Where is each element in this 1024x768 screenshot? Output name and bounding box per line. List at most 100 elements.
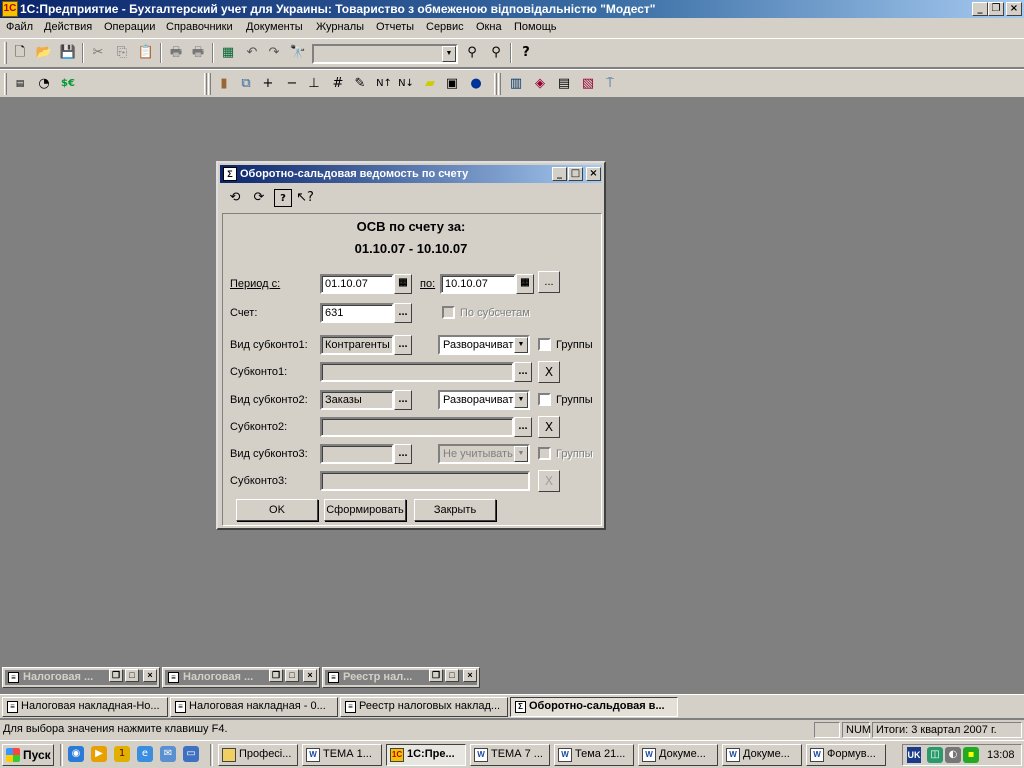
period-to-field[interactable]: 10.10.07 [440, 274, 516, 294]
toolbar-grip[interactable] [494, 73, 497, 95]
sub3-clear-button[interactable]: X [538, 470, 560, 492]
groups2-checkbox[interactable] [538, 393, 551, 406]
copy-doc-icon[interactable]: ⧉ [236, 74, 256, 94]
print-preview-icon[interactable]: 🖶 [188, 43, 208, 63]
calendar-icon[interactable]: ▦ [394, 274, 412, 294]
groups1-checkbox[interactable] [538, 338, 551, 351]
kind1-field[interactable]: Контрагенты [320, 335, 394, 355]
toolbar-grip[interactable] [204, 73, 207, 95]
database-icon[interactable]: ● [466, 74, 486, 94]
dialog-maximize-button[interactable]: □ [568, 167, 583, 181]
redo-icon[interactable]: ↷ [264, 43, 284, 63]
whats-this-icon[interactable]: ↖? [296, 189, 314, 207]
groups3-checkbox[interactable] [538, 447, 551, 460]
outlook-icon[interactable]: ✉ [160, 746, 176, 762]
dialog-close-button[interactable]: × [586, 167, 601, 181]
menu-journals[interactable]: Журналы [316, 21, 364, 33]
kind3-field[interactable] [320, 444, 394, 464]
window-tab[interactable]: ≡ Налоговая накладная - 0... [170, 697, 338, 717]
chart-icon[interactable]: ▥ [506, 74, 526, 94]
close-button[interactable]: × [1006, 2, 1022, 16]
sort-desc-icon[interactable]: N↓ [396, 74, 416, 94]
taskbar-task[interactable]: W ТЕМА 1... [302, 744, 382, 766]
kind3-select-button[interactable]: ... [394, 444, 412, 464]
maximize-icon[interactable]: □ [125, 669, 139, 682]
menu-actions[interactable]: Действия [44, 21, 92, 33]
minimize-button[interactable]: _ [972, 2, 988, 16]
sub1-field[interactable] [320, 362, 514, 382]
toolbar-grip[interactable] [4, 73, 7, 95]
book-icon[interactable]: ▮ [214, 74, 234, 94]
taskbar-task[interactable]: W Формув... [806, 744, 886, 766]
menu-documents[interactable]: Документы [246, 21, 303, 33]
remove-icon[interactable]: − [282, 74, 302, 94]
language-indicator[interactable]: UK [907, 747, 921, 763]
insert-row-icon[interactable]: ⊥ [304, 74, 324, 94]
search-combo[interactable]: ▼ [312, 44, 458, 64]
chevron-down-icon[interactable]: ▼ [514, 337, 528, 353]
goods-icon[interactable]: ▤ [10, 74, 30, 94]
account-field[interactable]: 631 [320, 303, 394, 323]
sort-asc-icon[interactable]: N↑ [374, 74, 394, 94]
toolbar-grip[interactable] [208, 73, 211, 95]
kind1-mode-select[interactable]: Разворачиват ▼ [438, 335, 530, 355]
restore-button[interactable]: ❐ [988, 2, 1004, 16]
chevron-down-icon[interactable]: ▼ [442, 46, 456, 62]
menu-help[interactable]: Помощь [514, 21, 557, 33]
box-icon[interactable]: ◈ [530, 74, 550, 94]
dialog-title-bar[interactable]: Σ Оборотно-сальдовая ведомость по счету … [220, 165, 602, 183]
taskbar-task[interactable]: W ТЕМА 7 ... [470, 744, 550, 766]
kind1-select-button[interactable]: ... [394, 335, 412, 355]
close-icon[interactable]: × [143, 669, 157, 682]
mark-icon[interactable]: ▰ [420, 74, 440, 94]
taskbar-task[interactable]: Професі... [218, 744, 298, 766]
calendar-icon[interactable]: ▦ [516, 274, 534, 294]
close-dialog-button[interactable]: Закрыть [414, 499, 496, 521]
report-icon[interactable]: ▧ [578, 74, 598, 94]
find-prev-icon[interactable]: ⚲ [486, 43, 506, 63]
help-icon[interactable]: ? [274, 189, 292, 207]
build-report-button[interactable]: Сформировать [324, 499, 406, 521]
media-player-icon[interactable]: ▶ [91, 746, 107, 762]
save-icon[interactable]: 💾 [58, 43, 78, 63]
kind2-select-button[interactable]: ... [394, 390, 412, 410]
1c-launch-icon[interactable]: 1 [114, 746, 130, 762]
app-title-bar[interactable]: 1C 1С:Предприятие - Бухгалтерский учет д… [0, 0, 1024, 18]
sub2-field[interactable] [320, 417, 514, 437]
start-button[interactable]: Пуск [2, 744, 54, 766]
help-icon[interactable]: ? [516, 43, 536, 63]
restore-icon[interactable]: ❐ [429, 669, 443, 682]
chevron-down-icon[interactable]: ▼ [514, 392, 528, 408]
taskbar-task-active[interactable]: 1C 1С:Пре... [386, 744, 466, 766]
ok-button[interactable]: OK [236, 499, 318, 521]
sub2-select-button[interactable]: ... [514, 417, 532, 437]
new-icon[interactable]: 🗋 [10, 43, 30, 63]
copy-icon[interactable]: ⎘ [112, 43, 132, 63]
menu-reports[interactable]: Отчеты [376, 21, 414, 33]
minimized-window[interactable]: ≡ Налоговая ... ❐ □ × [2, 667, 160, 688]
cut-icon[interactable]: ✂ [88, 43, 108, 63]
settings-icon[interactable]: ⟳ [250, 189, 268, 207]
calculator-icon[interactable]: ▦ [218, 43, 238, 63]
menu-references[interactable]: Справочники [166, 21, 233, 33]
volume-icon[interactable]: ◐ [945, 747, 961, 763]
find-icon[interactable]: 🔭 [288, 43, 308, 63]
tree-icon[interactable]: ⍑ [600, 74, 620, 94]
toolbar-grip[interactable] [498, 73, 501, 95]
close-icon[interactable]: × [303, 669, 317, 682]
window-tab[interactable]: ≡ Налоговая накладная-Но... [2, 697, 168, 717]
chevron-down-icon[interactable]: ▼ [514, 446, 528, 462]
restore-icon[interactable]: ❐ [109, 669, 123, 682]
menu-windows[interactable]: Окна [476, 21, 502, 33]
find-next-icon[interactable]: ⚲ [462, 43, 482, 63]
kind3-mode-select[interactable]: Не учитывать ▼ [438, 444, 530, 464]
toolbar-grip[interactable] [4, 42, 7, 64]
menu-service[interactable]: Сервис [426, 21, 464, 33]
minimized-window[interactable]: ≡ Реестр нал... ❐ □ × [322, 667, 480, 688]
network-icon[interactable]: ◫ [927, 747, 943, 763]
kind2-mode-select[interactable]: Разворачиват ▼ [438, 390, 530, 410]
account-select-button[interactable]: ... [394, 303, 412, 323]
sub2-clear-button[interactable]: X [538, 416, 560, 438]
period-select-button[interactable]: ... [538, 271, 560, 293]
sub1-select-button[interactable]: ... [514, 362, 532, 382]
